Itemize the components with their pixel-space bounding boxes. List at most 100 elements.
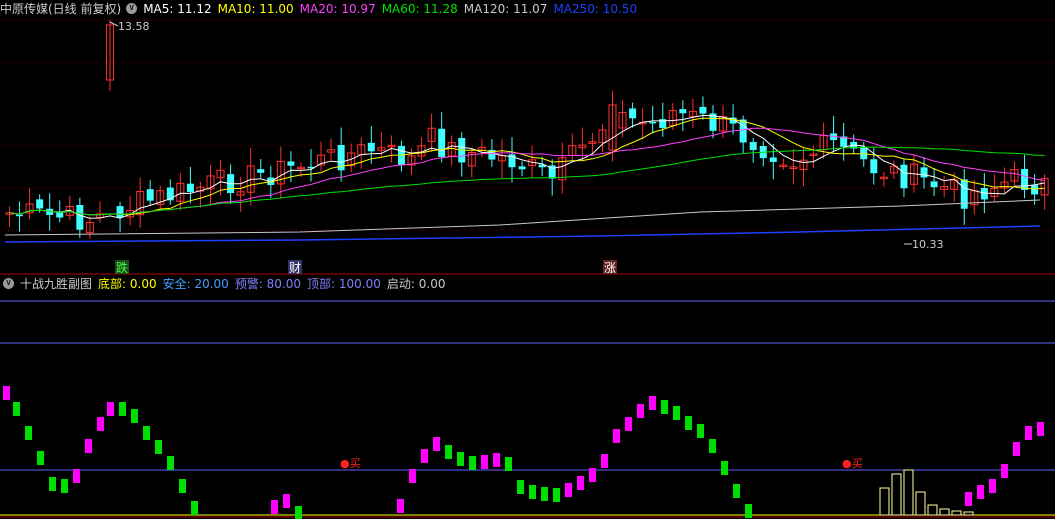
candle-body xyxy=(749,142,757,151)
candle-body xyxy=(960,179,968,209)
chevron-down-icon[interactable]: ∨ xyxy=(126,3,138,14)
indicator-bar xyxy=(1013,442,1020,456)
indicator-param-item: 底部: 0.00 xyxy=(98,277,157,291)
indicator-bar xyxy=(493,453,500,467)
ma-legend-item: MA5: 11.12 xyxy=(143,2,212,16)
indicator-bar xyxy=(3,386,10,400)
indicator-bar xyxy=(433,437,440,451)
indicator-bar xyxy=(131,409,138,423)
candle-body xyxy=(679,109,687,114)
indicator-bar xyxy=(721,461,728,475)
candle-body xyxy=(16,214,24,217)
buy-signal: ●买 xyxy=(842,457,863,470)
indicator-bar xyxy=(13,402,20,416)
candle-body xyxy=(739,119,747,143)
ma20-line xyxy=(9,127,1045,216)
indicator-bar xyxy=(989,479,996,493)
start-signal-bar xyxy=(927,504,938,516)
stock-title: 中原传媒(日线 前复权) xyxy=(0,2,122,16)
indicator-bar xyxy=(709,439,716,453)
indicator-bar xyxy=(179,479,186,493)
indicator-bar xyxy=(977,485,984,499)
indicator-bar xyxy=(107,402,114,416)
indicator-bar xyxy=(589,468,596,482)
indicator-bar xyxy=(25,426,32,440)
ma250-line xyxy=(4,225,1041,243)
indicator-param-item: 预警: 80.00 xyxy=(234,277,302,291)
indicator-bar xyxy=(745,504,752,518)
indicator-bar xyxy=(191,501,198,515)
candle-body xyxy=(146,189,154,201)
indicator-bar xyxy=(541,487,548,501)
indicator-bar xyxy=(661,400,668,414)
indicator-bar xyxy=(155,440,162,454)
chevron-down-icon[interactable]: ∨ xyxy=(3,278,14,289)
indicator-params: 底部: 0.00 安全: 20.00 预警: 80.00 顶部: 100.00 启动: … xyxy=(98,277,451,291)
indicator-bar xyxy=(637,404,644,418)
indicator-bar xyxy=(49,477,56,491)
indicator-bar xyxy=(1025,426,1032,440)
candle-body xyxy=(367,142,375,152)
candle-body xyxy=(769,157,777,162)
indicator-bar xyxy=(673,406,680,420)
start-signal-bar xyxy=(915,491,926,516)
indicator-bar xyxy=(613,429,620,443)
indicator-bar xyxy=(481,455,488,469)
stock-chart-window: 13.58 10.33 跌 财 涨 ●买 ●买 中原传媒(日线 前复权) ∨ MA5: 11.1… xyxy=(0,0,1055,519)
candle-body xyxy=(257,169,265,173)
indicator-bar xyxy=(529,485,536,499)
candle-body xyxy=(649,121,657,124)
candle-body xyxy=(186,183,194,192)
start-signal-bar xyxy=(939,508,950,516)
ma-legend: MA5: 11.12 MA10: 11.00 MA20: 10.97 MA60: 11… xyxy=(143,2,643,16)
indicator-bar xyxy=(685,416,692,430)
chart-canvas[interactable]: 13.58 10.33 跌 财 涨 ●买 ●买 xyxy=(0,0,1055,519)
indicator-bar xyxy=(283,494,290,508)
indicator-bar xyxy=(421,449,428,463)
indicator-bar xyxy=(271,500,278,514)
indicator-bar xyxy=(85,439,92,453)
indicator-title: 十战九胜副图 xyxy=(20,277,93,291)
ma5-line xyxy=(9,114,1045,219)
indicator-bar xyxy=(625,417,632,431)
indicator-bar xyxy=(457,452,464,466)
indicator-bar xyxy=(505,457,512,471)
indicator-bar xyxy=(965,492,972,506)
candle-body xyxy=(930,181,938,188)
candle-body xyxy=(76,205,84,230)
start-signal-bar xyxy=(951,510,962,516)
ma-legend-item: MA250: 10.50 xyxy=(553,2,638,16)
candle-body xyxy=(518,166,526,170)
event-tag: 财 xyxy=(289,261,301,275)
indicator-bar xyxy=(73,469,80,483)
indicator-bar xyxy=(601,454,608,468)
low-price-label: 10.33 xyxy=(912,238,944,251)
candle-body xyxy=(860,146,868,160)
indicator-bar xyxy=(37,451,44,465)
event-tag: 跌 xyxy=(116,260,128,275)
ma-legend-item: MA10: 11.00 xyxy=(217,2,294,16)
indicator-bar xyxy=(295,506,302,519)
ma-legend-item: MA60: 11.28 xyxy=(381,2,458,16)
candle-body xyxy=(699,106,707,114)
candle-body xyxy=(1031,185,1039,195)
candle-body xyxy=(900,164,908,189)
sub-chart-header: ∨ 十战九胜副图 底部: 0.00 安全: 20.00 预警: 80.00 顶部: 100… xyxy=(0,276,457,292)
candle-body xyxy=(870,159,878,174)
event-tag: 涨 xyxy=(604,260,616,275)
indicator-param-item: 安全: 20.00 xyxy=(162,277,229,291)
indicator-param-item: 顶部: 100.00 xyxy=(307,277,381,291)
indicator-bar xyxy=(119,402,126,416)
candle-body xyxy=(438,128,446,157)
start-signal-bar xyxy=(879,487,890,516)
buy-signal: ●买 xyxy=(340,457,361,470)
indicator-param-item: 启动: 0.00 xyxy=(386,277,446,291)
indicator-bar xyxy=(409,469,416,483)
candle-body xyxy=(36,199,44,209)
ma-legend-item: MA120: 11.07 xyxy=(463,2,548,16)
ma-legend-item: MA20: 10.97 xyxy=(299,2,376,16)
candle-body xyxy=(629,108,637,119)
indicator-bar xyxy=(577,476,584,490)
indicator-bar xyxy=(565,483,572,497)
indicator-bar xyxy=(649,396,656,410)
